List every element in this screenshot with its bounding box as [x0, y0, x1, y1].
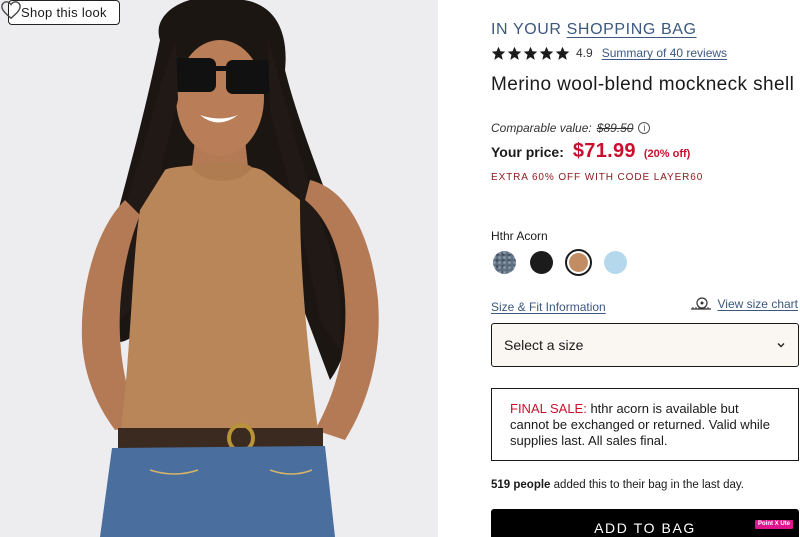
social-proof: 519 people added this to their bag in th…	[491, 479, 744, 491]
star-icon	[539, 46, 554, 60]
selected-color-name: Hthr Acorn	[491, 229, 548, 243]
add-to-bag-label: ADD TO BAG	[594, 520, 696, 536]
promo-code-text: EXTRA 60% OFF WITH CODE LAYER60	[491, 172, 704, 183]
swatch-color-dot	[604, 251, 627, 274]
product-photo[interactable]: Shop this look	[0, 0, 438, 537]
in-bag-prefix: IN YOUR	[491, 21, 562, 38]
color-swatches	[491, 249, 629, 276]
size-select-value: Select a size	[504, 337, 584, 353]
price-row: Your price: $71.99 (20% off)	[491, 140, 690, 163]
star-icon	[507, 46, 522, 60]
heart-icon[interactable]	[0, 0, 22, 20]
color-swatch[interactable]	[528, 249, 555, 276]
size-select[interactable]: Select a size	[491, 323, 799, 367]
chevron-down-icon	[777, 343, 785, 348]
swatch-color-dot	[530, 251, 553, 274]
final-sale-notice: FINAL SALE: hthr acorn is available but …	[491, 388, 799, 461]
star-icon	[555, 46, 570, 60]
size-chart-label: View size chart	[717, 297, 798, 311]
price-label: Your price:	[491, 144, 564, 160]
color-swatch[interactable]	[491, 249, 518, 276]
star-icon	[491, 46, 506, 60]
shopping-bag-link[interactable]: SHOPPING BAG	[567, 21, 697, 38]
in-bag-notice: IN YOUR SHOPPING BAG	[491, 21, 697, 39]
star-icon	[523, 46, 538, 60]
final-sale-label: FINAL SALE:	[510, 401, 587, 416]
add-to-bag-button[interactable]: ADD TO BAG Point X Ute	[491, 509, 799, 537]
color-swatch[interactable]	[565, 249, 592, 276]
pointx-badge[interactable]: Point X Ute	[754, 520, 793, 529]
comparable-price: $89.50	[596, 121, 634, 135]
comparable-label: Comparable value:	[491, 121, 592, 135]
discount-percent: (20% off)	[643, 148, 691, 160]
info-icon[interactable]: i	[638, 122, 651, 134]
size-fit-info-link[interactable]: Size & Fit Information	[491, 300, 606, 314]
size-chart-link[interactable]: View size chart	[690, 297, 798, 311]
shop-this-look-button[interactable]: Shop this look	[8, 0, 120, 25]
model-illustration	[0, 0, 438, 537]
color-swatch[interactable]	[602, 249, 629, 276]
swatch-color-dot	[493, 251, 516, 274]
product-title: Merino wool-blend mockneck shell	[491, 74, 795, 95]
comparable-value: Comparable value: $89.50 i	[491, 121, 651, 135]
rating-stars	[491, 46, 570, 61]
social-text: added this to their bag in the last day.	[550, 479, 744, 491]
reviews-summary-link[interactable]: Summary of 40 reviews	[602, 46, 727, 60]
rating-value: 4.9	[576, 46, 593, 60]
fit-row: Size & Fit Information View size chart	[491, 297, 800, 317]
social-count: 519 people	[491, 479, 551, 491]
measuring-tape-icon	[690, 297, 711, 310]
rating-row: 4.9 Summary of 40 reviews	[491, 44, 727, 62]
swatch-color-dot	[569, 253, 588, 272]
sale-price: $71.99	[572, 140, 636, 162]
product-info-panel: IN YOUR SHOPPING BAG 4.9 Summary of 40 r…	[491, 0, 800, 537]
